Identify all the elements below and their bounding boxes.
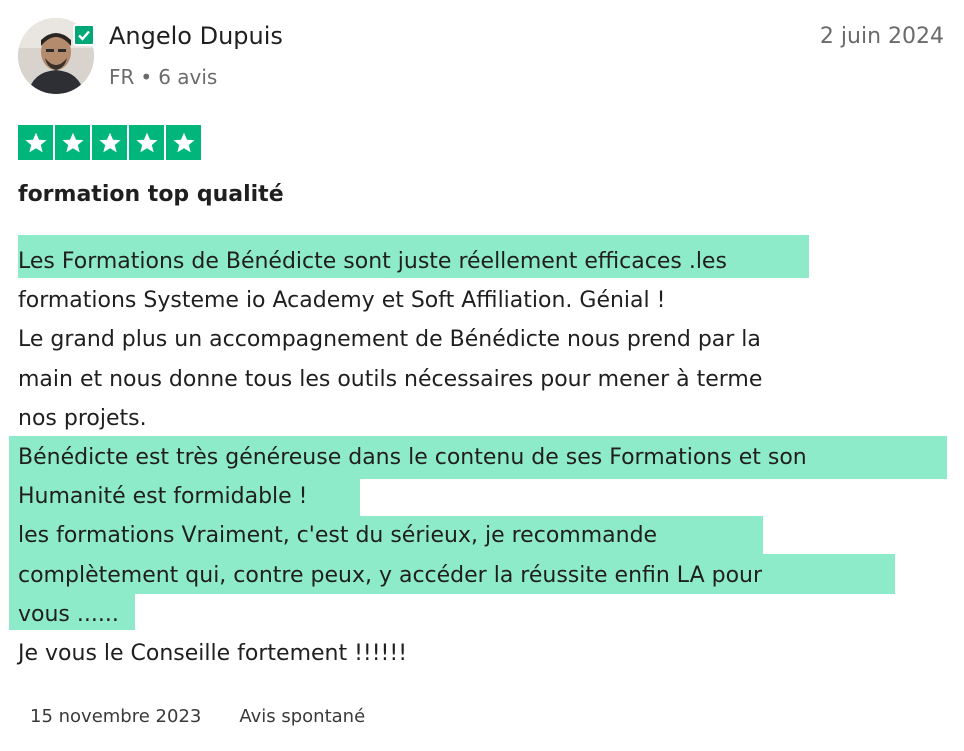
review-body-line: Le grand plus un accompagnement de Bénéd…	[18, 327, 761, 353]
review-body-line: main et nous donne tous les outils néces…	[18, 366, 763, 392]
author-reviews-count[interactable]: 6 avis	[158, 65, 217, 89]
star-icon	[129, 125, 164, 160]
star-icon	[18, 125, 53, 160]
star-icon	[166, 125, 201, 160]
star-icon	[55, 125, 90, 160]
review-header: Angelo Dupuis FR • 6 avis 2 juin 2024	[18, 18, 944, 96]
star-rating	[18, 125, 201, 160]
review-body-line: vous ......	[18, 601, 119, 627]
review-date: 2 juin 2024	[819, 24, 944, 49]
author-name[interactable]: Angelo Dupuis	[109, 22, 283, 50]
review-body-line: Les Formations de Bénédicte sont juste r…	[18, 249, 727, 274]
author-country: FR	[109, 65, 135, 89]
star-icon	[92, 125, 127, 160]
experience-date: 15 novembre 2023	[30, 706, 202, 727]
verified-check-icon	[73, 24, 95, 46]
review-footer: 15 novembre 2023 Avis spontané	[30, 706, 365, 727]
author-meta: FR • 6 avis	[109, 65, 217, 89]
review-body-line: complètement qui, contre peux, y accéder…	[18, 562, 763, 588]
review-body-line: nos projets.	[18, 405, 147, 431]
review-body-line: formations Systeme io Academy et Soft Af…	[18, 288, 666, 314]
review-body-line: Bénédicte est très généreuse dans le con…	[18, 445, 807, 471]
review-body-line: Humanité est formidable !	[18, 484, 308, 510]
review-body: Les Formations de Bénédicte sont juste r…	[18, 242, 958, 673]
review-body-line: les formations Vraiment, c'est du sérieu…	[18, 523, 658, 549]
review-body-line: Je vous le Conseille fortement !!!!!!	[18, 641, 408, 667]
meta-separator: •	[140, 65, 153, 89]
review-title[interactable]: formation top qualité	[18, 182, 284, 207]
review-source-label[interactable]: Avis spontané	[239, 706, 365, 727]
